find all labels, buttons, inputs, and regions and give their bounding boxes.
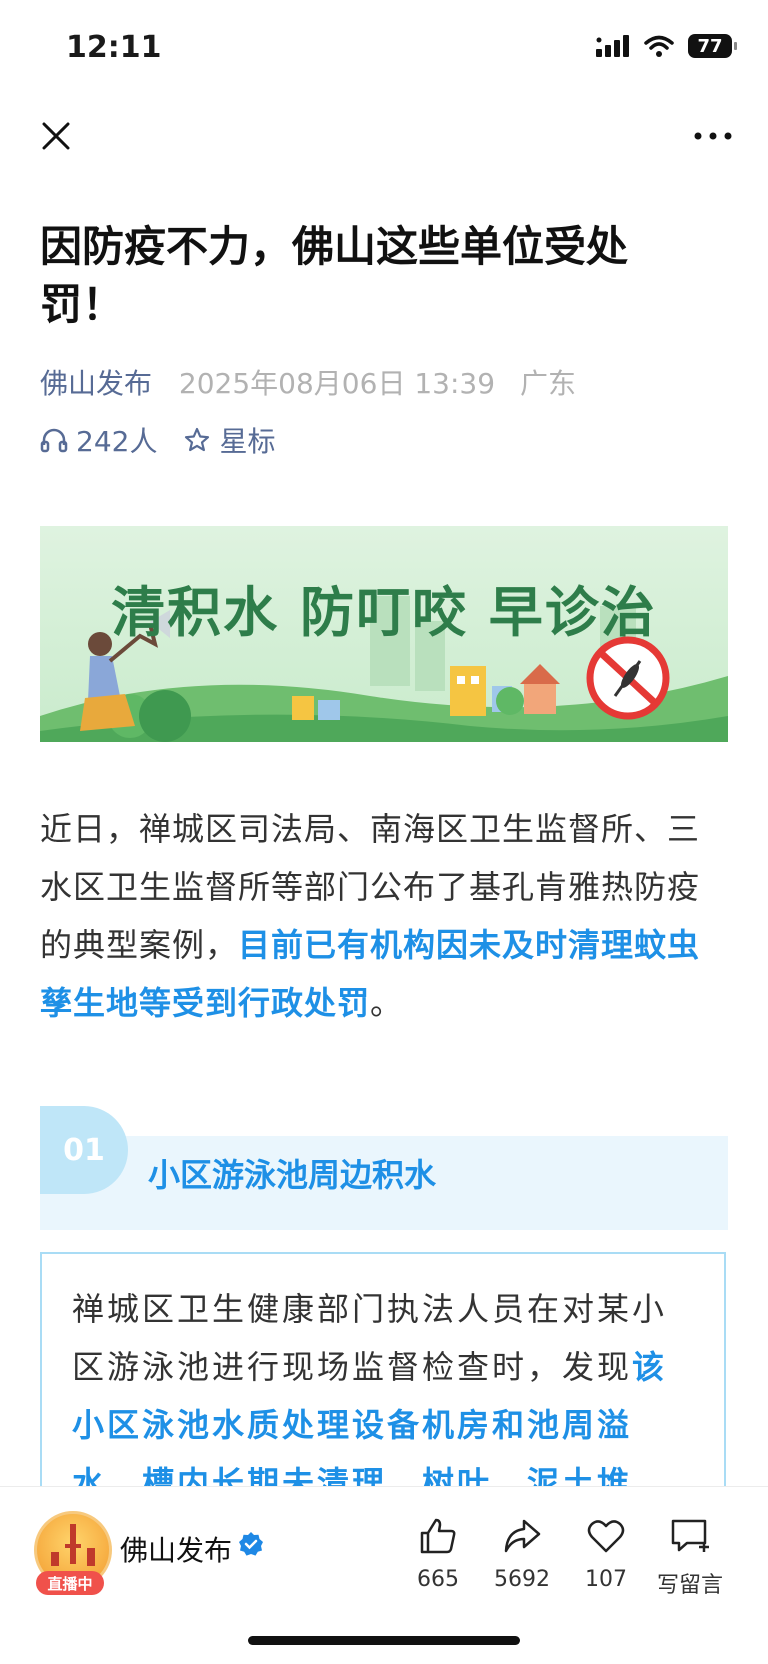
status-icons: 77 [596,34,737,58]
status-time: 12:11 [66,30,162,65]
section-title: 小区游泳池周边积水 [148,1156,437,1194]
thumbs-up-icon [420,1518,456,1554]
close-icon [42,122,70,150]
wifi-icon [644,35,674,57]
listener-count: 242人 [76,425,158,458]
section-content-box: 禅城区卫生健康部门执法人员在对某小区游泳池进行现场监督检查时，发现该小区泳池水质… [40,1252,726,1492]
comment-icon [671,1519,709,1552]
battery-indicator: 77 [688,34,737,58]
verified-icon [239,1532,263,1556]
like-button[interactable]: 665 [398,1517,478,1592]
favorite-count: 107 [585,1567,627,1592]
like-count: 665 [417,1567,459,1592]
heart-icon [587,1520,625,1553]
article-title: 因防疫不力，佛山这些单位受处罚！ [40,222,629,329]
comment-label: 写留言 [656,1573,723,1598]
favorite-button[interactable]: 107 [566,1517,646,1592]
status-bar: 12:11 77 [0,0,768,96]
account-name[interactable]: 佛山发布 [120,1529,232,1569]
publish-date: 2025年08月06日 13:39 [178,367,496,400]
nav-bar [0,104,768,168]
section-text: 禅城区卫生健康部门执法人员在对某小区游泳池进行现场监督检查时，发现该小区泳池水质… [42,1254,724,1490]
article-actions: 242人 星标 [40,420,301,460]
more-icon [694,132,732,140]
star-label: 星标 [219,425,276,458]
intro-end: 。 [370,984,404,1022]
author-link[interactable]: 佛山发布 [40,367,152,400]
banner-text: 清积水 防叮咬 早诊治 [111,580,657,644]
listen-button[interactable]: 242人 [40,420,157,460]
banner-image: 清积水 防叮咬 早诊治 [40,526,728,742]
signal-icon [596,35,629,57]
home-indicator[interactable] [248,1636,520,1645]
share-count: 5692 [494,1567,550,1592]
comment-button[interactable]: 写留言 [650,1517,730,1599]
article-meta: 佛山发布 2025年08月06日 13:39 广东 [40,362,576,402]
share-button[interactable]: 5692 [482,1517,562,1592]
section-number: 01 [40,1106,128,1194]
publish-location: 广东 [519,367,576,400]
intro-paragraph: 近日，禅城区司法局、南海区卫生监督所、三水区卫生监督所等部门公布了基孔肯雅热防疫… [40,800,730,1032]
section-heading: 01 小区游泳池周边积水 [40,1106,728,1230]
live-badge[interactable]: 直播中 [36,1571,104,1595]
more-button[interactable] [688,116,738,156]
star-button[interactable]: 星标 [183,420,275,460]
share-icon [504,1519,541,1553]
close-button[interactable] [36,116,76,156]
headphones-icon [40,428,68,453]
section-text-normal: 禅城区卫生健康部门执法人员在对某小区游泳池进行现场监督检查时，发现 [72,1290,668,1386]
star-icon [185,427,210,452]
